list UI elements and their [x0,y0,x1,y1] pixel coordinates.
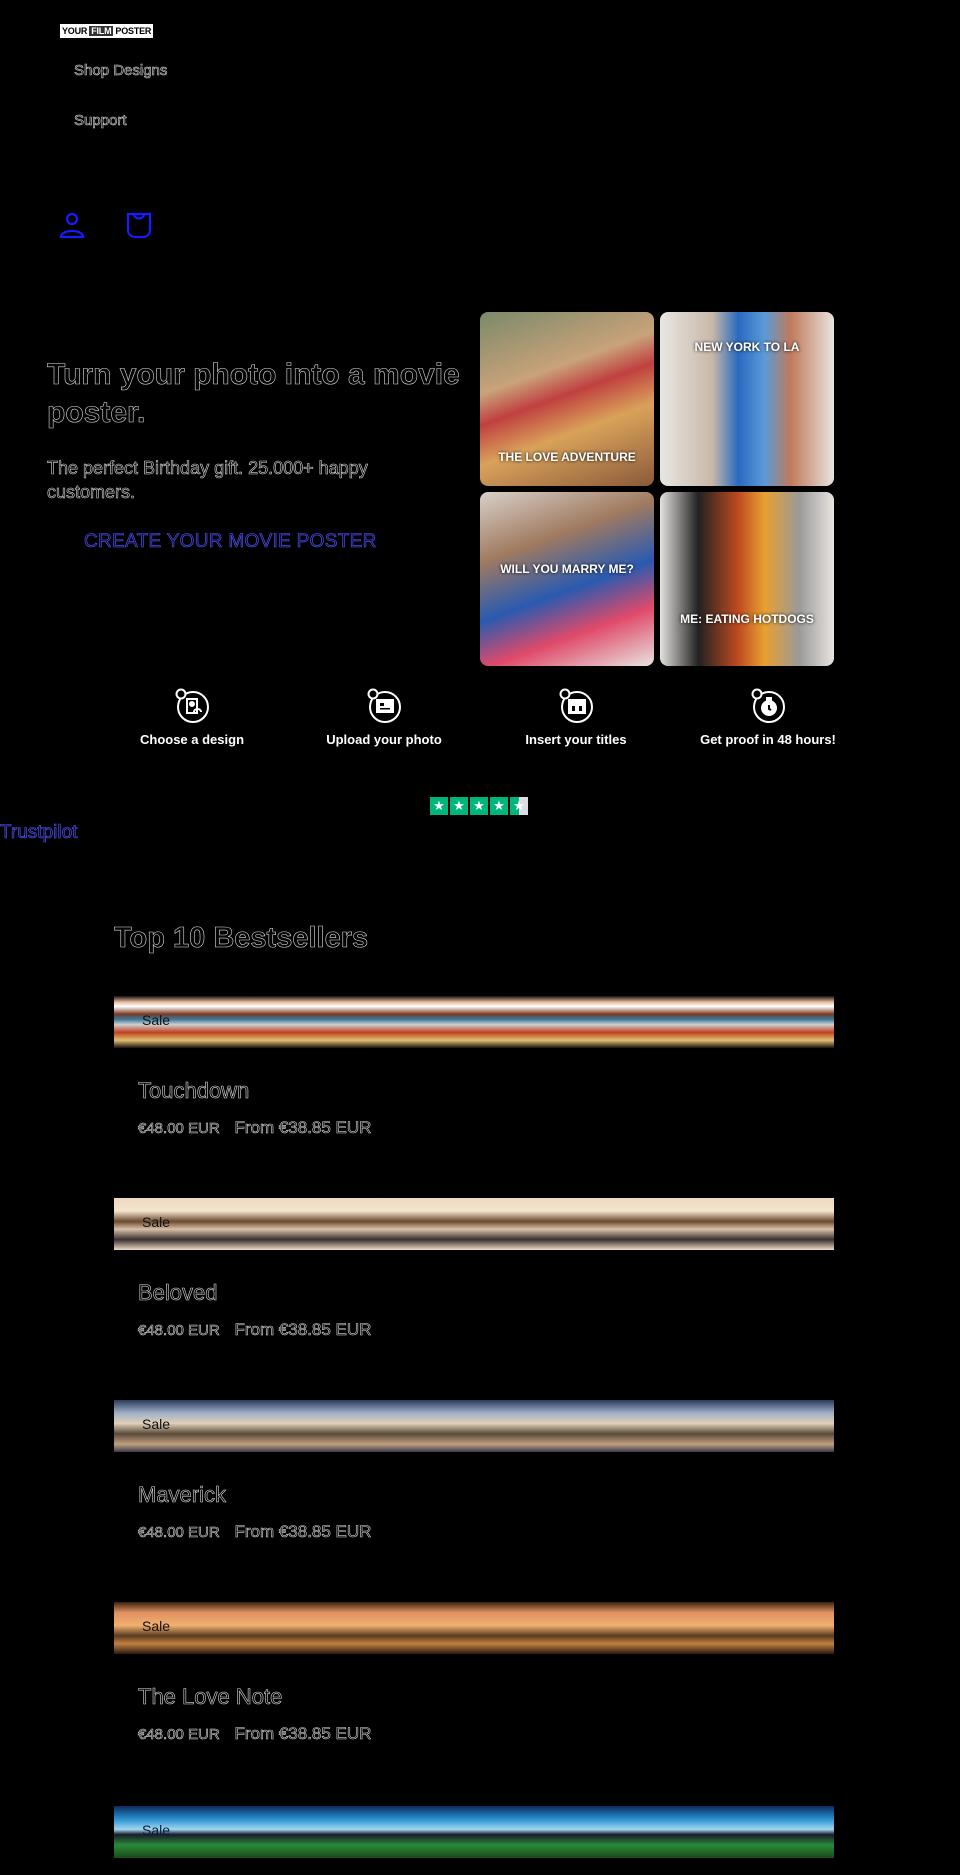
sale-price: From €38.85 EUR [234,1724,372,1744]
logo-text-right: POSTER [115,26,152,36]
poster-label: WILL YOU MARRY ME? [500,562,634,576]
step-choose-design: Choose a design [102,688,282,747]
step-upload-photo: Upload your photo [294,688,474,747]
poster-label: NEW YORK TO LA [694,340,800,354]
product-card[interactable]: Sale [114,1806,834,1858]
trustpilot-star-icon: ★ [470,797,488,815]
sale-price: From €38.85 EUR [234,1522,372,1542]
trustpilot-star-icon: ★ [450,797,468,815]
bestsellers-title: Top 10 Bestsellers [114,922,369,955]
trustpilot-star-icon: ★ [490,797,508,815]
step-get-proof: Get proof in 48 hours! [678,688,858,747]
customer-photo-grid: THE LOVE ADVENTURE NEW YORK TO LA WILL Y… [480,312,834,666]
create-poster-button[interactable]: CREATE YOUR MOVIE POSTER [84,531,377,553]
step-insert-titles: Insert your titles [486,688,666,747]
sale-badge: Sale [142,1822,171,1838]
product-card[interactable]: Sale The Love Note €48.00 EUR From €38.8… [114,1602,834,1743]
trustpilot-link[interactable]: Trustpilot [0,822,78,844]
product-image[interactable]: Sale [114,996,834,1048]
product-price: €48.00 EUR From €38.85 EUR [138,1318,398,1343]
account-icon[interactable] [57,210,87,240]
sale-badge: Sale [142,1214,171,1230]
product-price: €48.00 EUR From €38.85 EUR [138,1722,398,1747]
step-label: Choose a design [139,732,245,747]
compare-price: €48.00 EUR [138,1524,220,1542]
hero-title: Turn your photo into a movie poster. [47,358,460,430]
product-price: €48.00 EUR From €38.85 EUR [138,1520,398,1545]
trustpilot-rating: ★ ★ ★ ★ ★ [430,797,528,815]
logo-text-middle: FILM [89,26,114,36]
customer-photo: THE LOVE ADVENTURE [480,312,654,486]
product-price: €48.00 EUR From €38.85 EUR [138,1116,398,1141]
product-image[interactable]: Sale [114,1198,834,1250]
sale-badge: Sale [142,1618,171,1634]
sale-price: From €38.85 EUR [234,1320,372,1340]
upload-photo-icon [367,688,401,723]
customer-photo: WILL YOU MARRY ME? [480,492,654,666]
product-name[interactable]: The Love Note [138,1684,283,1710]
poster-label: ME: EATING HOTDOGS [680,612,814,626]
customer-photo: NEW YORK TO LA [660,312,834,486]
cart-icon[interactable] [124,210,154,240]
compare-price: €48.00 EUR [138,1322,220,1340]
trustpilot-star-icon: ★ [430,797,448,815]
compare-price: €48.00 EUR [138,1726,220,1744]
product-image[interactable]: Sale [114,1806,834,1858]
step-label: Get proof in 48 hours! [700,732,836,747]
product-image[interactable]: Sale [114,1602,834,1654]
customer-photo: ME: EATING HOTDOGS [660,492,834,666]
product-name[interactable]: Touchdown [138,1078,250,1104]
product-name[interactable]: Beloved [138,1280,218,1306]
step-label: Upload your photo [326,732,442,747]
sale-badge: Sale [142,1416,171,1432]
product-card[interactable]: Sale Maverick €48.00 EUR From €38.85 EUR [114,1400,834,1541]
product-card[interactable]: Sale Touchdown €48.00 EUR From €38.85 EU… [114,996,834,1137]
poster-label: THE LOVE ADVENTURE [498,450,636,464]
product-name[interactable]: Maverick [138,1482,227,1508]
nav-support[interactable]: Support [74,112,127,130]
insert-titles-icon [559,688,593,723]
logo-text-left: YOUR [62,26,88,36]
choose-design-icon [175,688,209,723]
nav-shop-designs[interactable]: Shop Designs [74,62,168,80]
step-label: Insert your titles [525,732,627,747]
product-image[interactable]: Sale [114,1400,834,1452]
sale-badge: Sale [142,1012,171,1028]
product-card[interactable]: Sale Beloved €48.00 EUR From €38.85 EUR [114,1198,834,1339]
hero-subtitle: The perfect Birthday gift. 25.000+ happy… [47,458,368,503]
site-logo[interactable]: YOUR FILM POSTER [60,24,154,38]
sale-price: From €38.85 EUR [234,1118,372,1138]
stopwatch-icon [751,688,785,723]
trustpilot-star-icon: ★ [510,797,528,815]
compare-price: €48.00 EUR [138,1120,220,1138]
